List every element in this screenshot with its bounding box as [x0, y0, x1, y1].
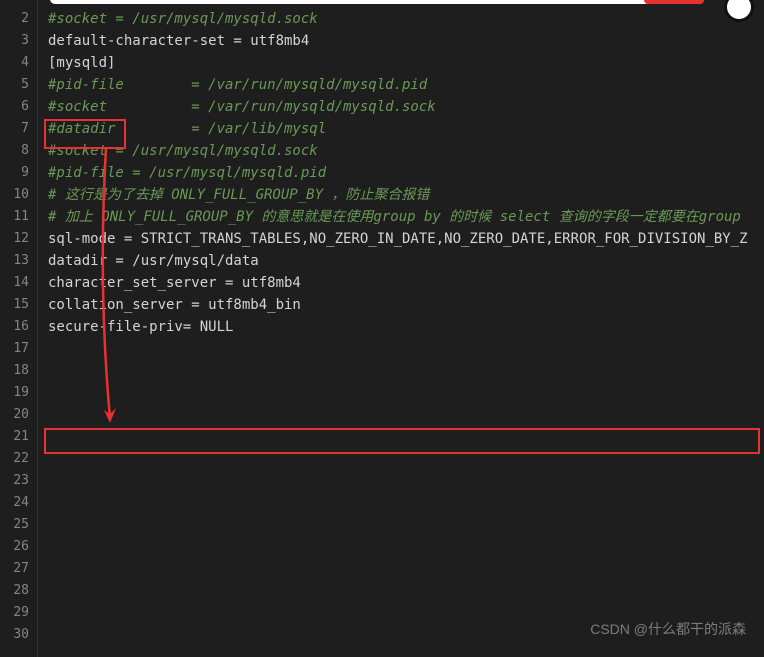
- code-line: # 加上 ONLY_FULL_GROUP_BY 的意思就是在使用group by…: [48, 206, 764, 228]
- line-number: 29: [0, 602, 37, 624]
- line-number: 26: [0, 536, 37, 558]
- line-number: 25: [0, 514, 37, 536]
- line-number: 23: [0, 470, 37, 492]
- code-editor[interactable]: 2 3 4 5 6 7 8 9 10 11 12 13 14 15 16 17 …: [0, 0, 764, 657]
- code-line: datadir = /usr/mysql/data: [48, 250, 764, 272]
- line-number: 2: [0, 8, 37, 30]
- code-line: collation_server = utf8mb4_bin: [48, 294, 764, 316]
- line-number: 16: [0, 316, 37, 338]
- line-number: 19: [0, 382, 37, 404]
- line-number: 6: [0, 96, 37, 118]
- line-number: 28: [0, 580, 37, 602]
- line-number: 18: [0, 360, 37, 382]
- line-number: 3: [0, 30, 37, 52]
- line-number: 22: [0, 448, 37, 470]
- line-number: 4: [0, 52, 37, 74]
- line-number: 21: [0, 426, 37, 448]
- watermark: CSDN @什么都干的派森: [590, 619, 746, 639]
- code-line: character_set_server = utf8mb4: [48, 272, 764, 294]
- line-number: 12: [0, 228, 37, 250]
- code-line: #socket = /var/run/mysqld/mysqld.sock: [48, 96, 764, 118]
- line-number-gutter: 2 3 4 5 6 7 8 9 10 11 12 13 14 15 16 17 …: [0, 0, 38, 657]
- code-line: #datadir = /var/lib/mysql: [48, 118, 764, 140]
- line-number: 17: [0, 338, 37, 360]
- code-line: #pid-file = /usr/mysql/mysqld.pid: [48, 162, 764, 184]
- line-number: 7: [0, 118, 37, 140]
- line-number: 8: [0, 140, 37, 162]
- code-line: [mysqld]: [48, 52, 764, 74]
- line-number: 9: [0, 162, 37, 184]
- line-number: 24: [0, 492, 37, 514]
- line-number: 13: [0, 250, 37, 272]
- line-number: 30: [0, 624, 37, 646]
- line-number: 15: [0, 294, 37, 316]
- code-line: secure-file-priv= NULL: [48, 316, 764, 338]
- code-line: sql-mode = STRICT_TRANS_TABLES,NO_ZERO_I…: [48, 228, 764, 250]
- code-line: #socket = /usr/mysql/mysqld.sock: [48, 140, 764, 162]
- code-content[interactable]: #socket = /usr/mysql/mysqld.sock default…: [38, 0, 764, 657]
- line-number: 14: [0, 272, 37, 294]
- line-number: 10: [0, 184, 37, 206]
- code-line: default-character-set = utf8mb4: [48, 30, 764, 52]
- line-number: 5: [0, 74, 37, 96]
- code-line: #socket = /usr/mysql/mysqld.sock: [48, 8, 764, 30]
- line-number: 27: [0, 558, 37, 580]
- line-number: 11: [0, 206, 37, 228]
- code-line: # 这行是为了去掉 ONLY_FULL_GROUP_BY ，防止聚合报错: [48, 184, 764, 206]
- code-line: #pid-file = /var/run/mysqld/mysqld.pid: [48, 74, 764, 96]
- line-number: 20: [0, 404, 37, 426]
